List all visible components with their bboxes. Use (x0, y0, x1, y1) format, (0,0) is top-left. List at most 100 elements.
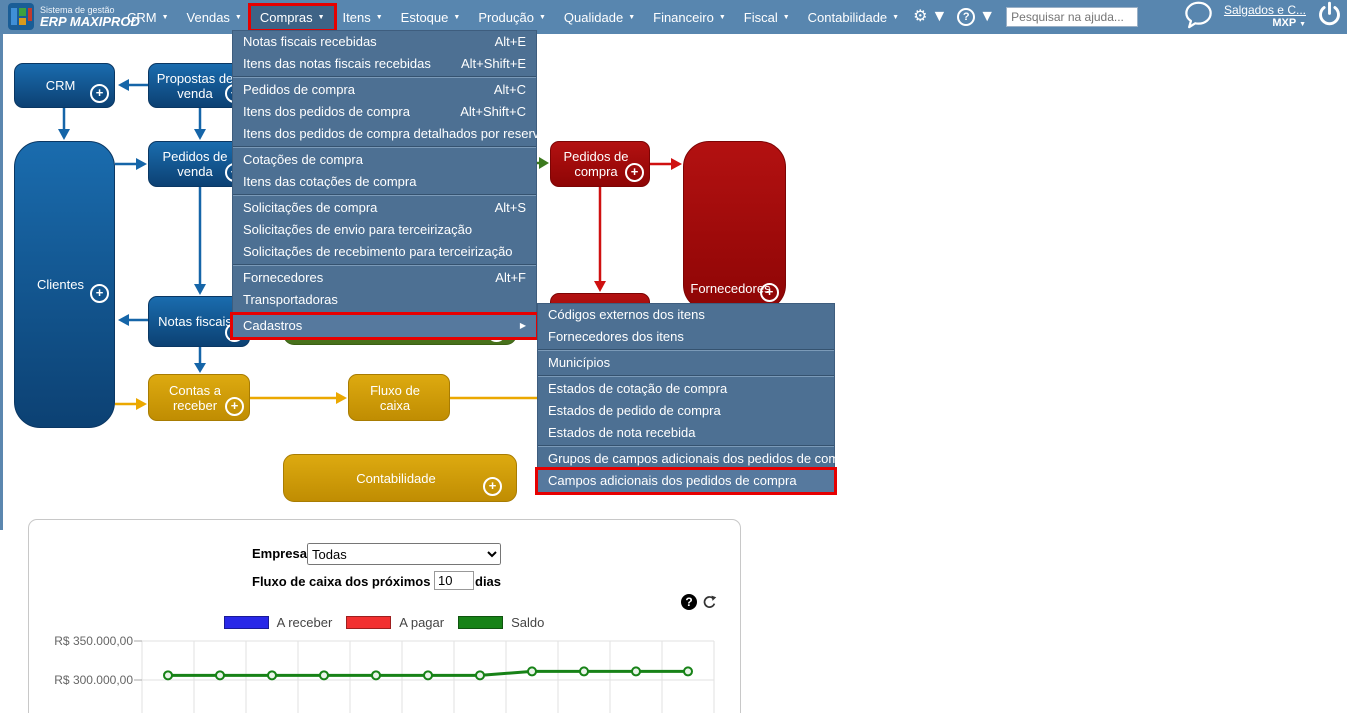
menu-label: Itens (342, 9, 371, 25)
chevron-down-icon: ▼ (1299, 20, 1306, 28)
user-block: Salgados e C... MXP ▼ (1224, 3, 1306, 31)
menu-fiscal[interactable]: Fiscal ▼ (735, 6, 799, 29)
menu-item-label: Itens dos pedidos de compra (243, 104, 410, 119)
plus-icon[interactable]: + (225, 397, 244, 416)
shortcut-hint: Alt+C (493, 82, 526, 97)
menu-separator (233, 146, 536, 148)
menu-itens[interactable]: Itens ▼ (334, 6, 392, 29)
search-input[interactable] (1006, 7, 1139, 27)
legend-label: A receber (276, 615, 333, 630)
plus-icon[interactable]: + (760, 283, 779, 302)
cadastros-item-campos-adicionais-dos-pedidos-de-compra[interactable]: Campos adicionais dos pedidos de compra (535, 467, 837, 495)
legend-label: A pagar (399, 615, 445, 630)
menu-item-label: Códigos externos dos itens (548, 307, 705, 322)
menu-contabilidade[interactable]: Contabilidade ▼ (799, 6, 908, 29)
flowchart-box-fluxo-de-caixa[interactable]: Fluxo de caixa (348, 374, 450, 421)
compras-item-solicitacoes-de-envio-para-terceirizacao[interactable]: Solicitações de envio para terceirização (233, 219, 536, 241)
compras-item-notas-fiscais-recebidas[interactable]: Notas fiscais recebidas Alt+E (233, 31, 536, 53)
chevron-down-icon: ▼ (782, 13, 790, 21)
flowchart-box-crm[interactable]: CRM + (14, 63, 115, 108)
chevron-down-icon: ▼ (538, 13, 546, 21)
company-selector[interactable]: MXP ▼ (1224, 17, 1306, 31)
menu-separator (233, 76, 536, 78)
legend-swatch (458, 616, 504, 629)
menu-qualidade[interactable]: Qualidade ▼ (555, 6, 644, 29)
data-point (215, 670, 225, 681)
compras-item-itens-das-cotacoes-de-compra[interactable]: Itens das cotações de compra (233, 171, 536, 193)
shortcut-hint: Alt+Shift+E (460, 56, 526, 71)
compras-item-solicitacoes-de-compra[interactable]: Solicitações de compra Alt+S (233, 197, 536, 219)
box-label: Fluxo de caixa (370, 382, 420, 413)
compras-item-itens-dos-pedidos-de-compra-detalhados-por-reserva[interactable]: Itens dos pedidos de compra detalhados p… (233, 123, 547, 145)
plus-icon[interactable]: + (90, 284, 109, 303)
cashflow-chart (134, 640, 715, 713)
cadastros-item-estados-de-nota-recebida[interactable]: Estados de nota recebida (538, 422, 834, 444)
help-menu[interactable]: ? ▼ (952, 8, 1000, 26)
legend-swatch (223, 616, 269, 629)
compras-item-cotacoes-de-compra[interactable]: Cotações de compra (233, 149, 536, 171)
data-point (423, 670, 433, 681)
menu-compras[interactable]: Compras ▼ (247, 2, 337, 32)
cadastros-item-fornecedores-dos-itens[interactable]: Fornecedores dos itens (538, 326, 834, 348)
menu-item-label: Cotações de compra (243, 152, 363, 167)
compras-item-solicitacoes-de-recebimento-para-terceirizacao[interactable]: Solicitações de recebimento para terceir… (233, 241, 536, 263)
box-label: Clientes (37, 277, 84, 292)
dias-input[interactable] (434, 571, 474, 590)
chevron-down-icon: ▼ (979, 8, 996, 25)
empresa-select[interactable]: Todas (307, 543, 501, 565)
compras-item-cadastros[interactable]: Cadastros ▶ (230, 312, 539, 340)
flowchart-box-fornecedores[interactable]: Fornecedores + (683, 141, 786, 311)
flowchart-box-contas-a-receber[interactable]: Contas a receber + (148, 374, 250, 421)
legend-label: Saldo (511, 615, 545, 630)
cadastros-item-codigos-externos-dos-itens[interactable]: Códigos externos dos itens (538, 304, 834, 326)
refresh-icon[interactable] (702, 595, 717, 615)
menu-label: Compras (259, 9, 313, 25)
data-point (163, 670, 173, 681)
compras-item-fornecedores[interactable]: Fornecedores Alt+F (233, 267, 536, 289)
flowchart-box-pedidos-de-compra[interactable]: Pedidos de compra + (550, 141, 650, 187)
erp-maxiprod-page: Sistema de gestão ERP MAXIPROD CRM ▼ Venda… (0, 0, 1347, 713)
legend-item-a-receber: A receber (223, 615, 333, 630)
power-icon[interactable] (1316, 1, 1343, 33)
settings-menu[interactable]: ⚙ ▼ (908, 8, 952, 26)
dias-suffix-label: dias (475, 574, 502, 589)
menu-financeiro[interactable]: Financeiro ▼ (644, 6, 735, 29)
plus-icon[interactable]: + (90, 84, 109, 103)
menu-item-label: Itens das notas fiscais recebidas (243, 56, 431, 71)
legend-item-a-pagar: A pagar (346, 615, 444, 630)
compras-item-itens-das-notas-fiscais-recebidas[interactable]: Itens das notas fiscais recebidas Alt+Shi… (233, 53, 536, 75)
gear-icon: ⚙ (913, 8, 928, 25)
plus-icon[interactable]: + (483, 477, 502, 496)
flowchart-box-contabilidade[interactable]: Contabilidade + (283, 454, 517, 502)
chevron-down-icon: ▼ (718, 13, 726, 21)
menu-label: Produção (478, 9, 534, 25)
chevron-down-icon: ▼ (375, 13, 383, 21)
chat-icon[interactable] (1183, 0, 1214, 34)
user-name-link[interactable]: Salgados e C... (1224, 3, 1306, 17)
flowchart-box-clientes[interactable]: Clientes + (14, 141, 115, 428)
cadastros-item-grupos-de-campos-adicionais-dos-pedidos-de-compra[interactable]: Grupos de campos adicionais dos pedidos … (538, 448, 858, 470)
menu-estoque[interactable]: Estoque ▼ (392, 6, 470, 29)
menu-vendas[interactable]: Vendas ▼ (178, 6, 251, 29)
topbar-right-cluster: Salgados e C... MXP ▼ (1183, 0, 1343, 34)
legend-swatch (346, 616, 392, 629)
cadastros-item-estados-de-pedido-de-compra[interactable]: Estados de pedido de compra (538, 400, 834, 422)
menu-item-label: Transportadoras (243, 292, 338, 307)
cadastros-submenu: Códigos externos dos itens Fornecedores d… (535, 303, 858, 495)
menu-producao[interactable]: Produção ▼ (469, 6, 555, 29)
help-icon: ? (957, 8, 976, 26)
menu-separator (538, 349, 834, 351)
help-icon[interactable]: ? (681, 594, 697, 610)
compras-item-itens-dos-pedidos-de-compra[interactable]: Itens dos pedidos de compra Alt+Shift+C (233, 101, 536, 123)
compras-item-pedidos-de-compra[interactable]: Pedidos de compra Alt+C (233, 79, 536, 101)
cadastros-item-municipios[interactable]: Municípios (538, 352, 834, 374)
menu-separator (233, 194, 536, 196)
menu-label: Qualidade (563, 9, 624, 25)
menu-label: Contabilidade (807, 9, 888, 25)
compras-item-transportadoras[interactable]: Transportadoras (233, 289, 536, 311)
cadastros-item-estados-de-cotacao-de-compra[interactable]: Estados de cotação de compra (538, 378, 834, 400)
chevron-down-icon: ▼ (931, 8, 948, 25)
company-code: MXP (1272, 16, 1296, 29)
plus-icon[interactable]: + (625, 163, 644, 182)
menu-crm[interactable]: CRM ▼ (118, 6, 178, 29)
